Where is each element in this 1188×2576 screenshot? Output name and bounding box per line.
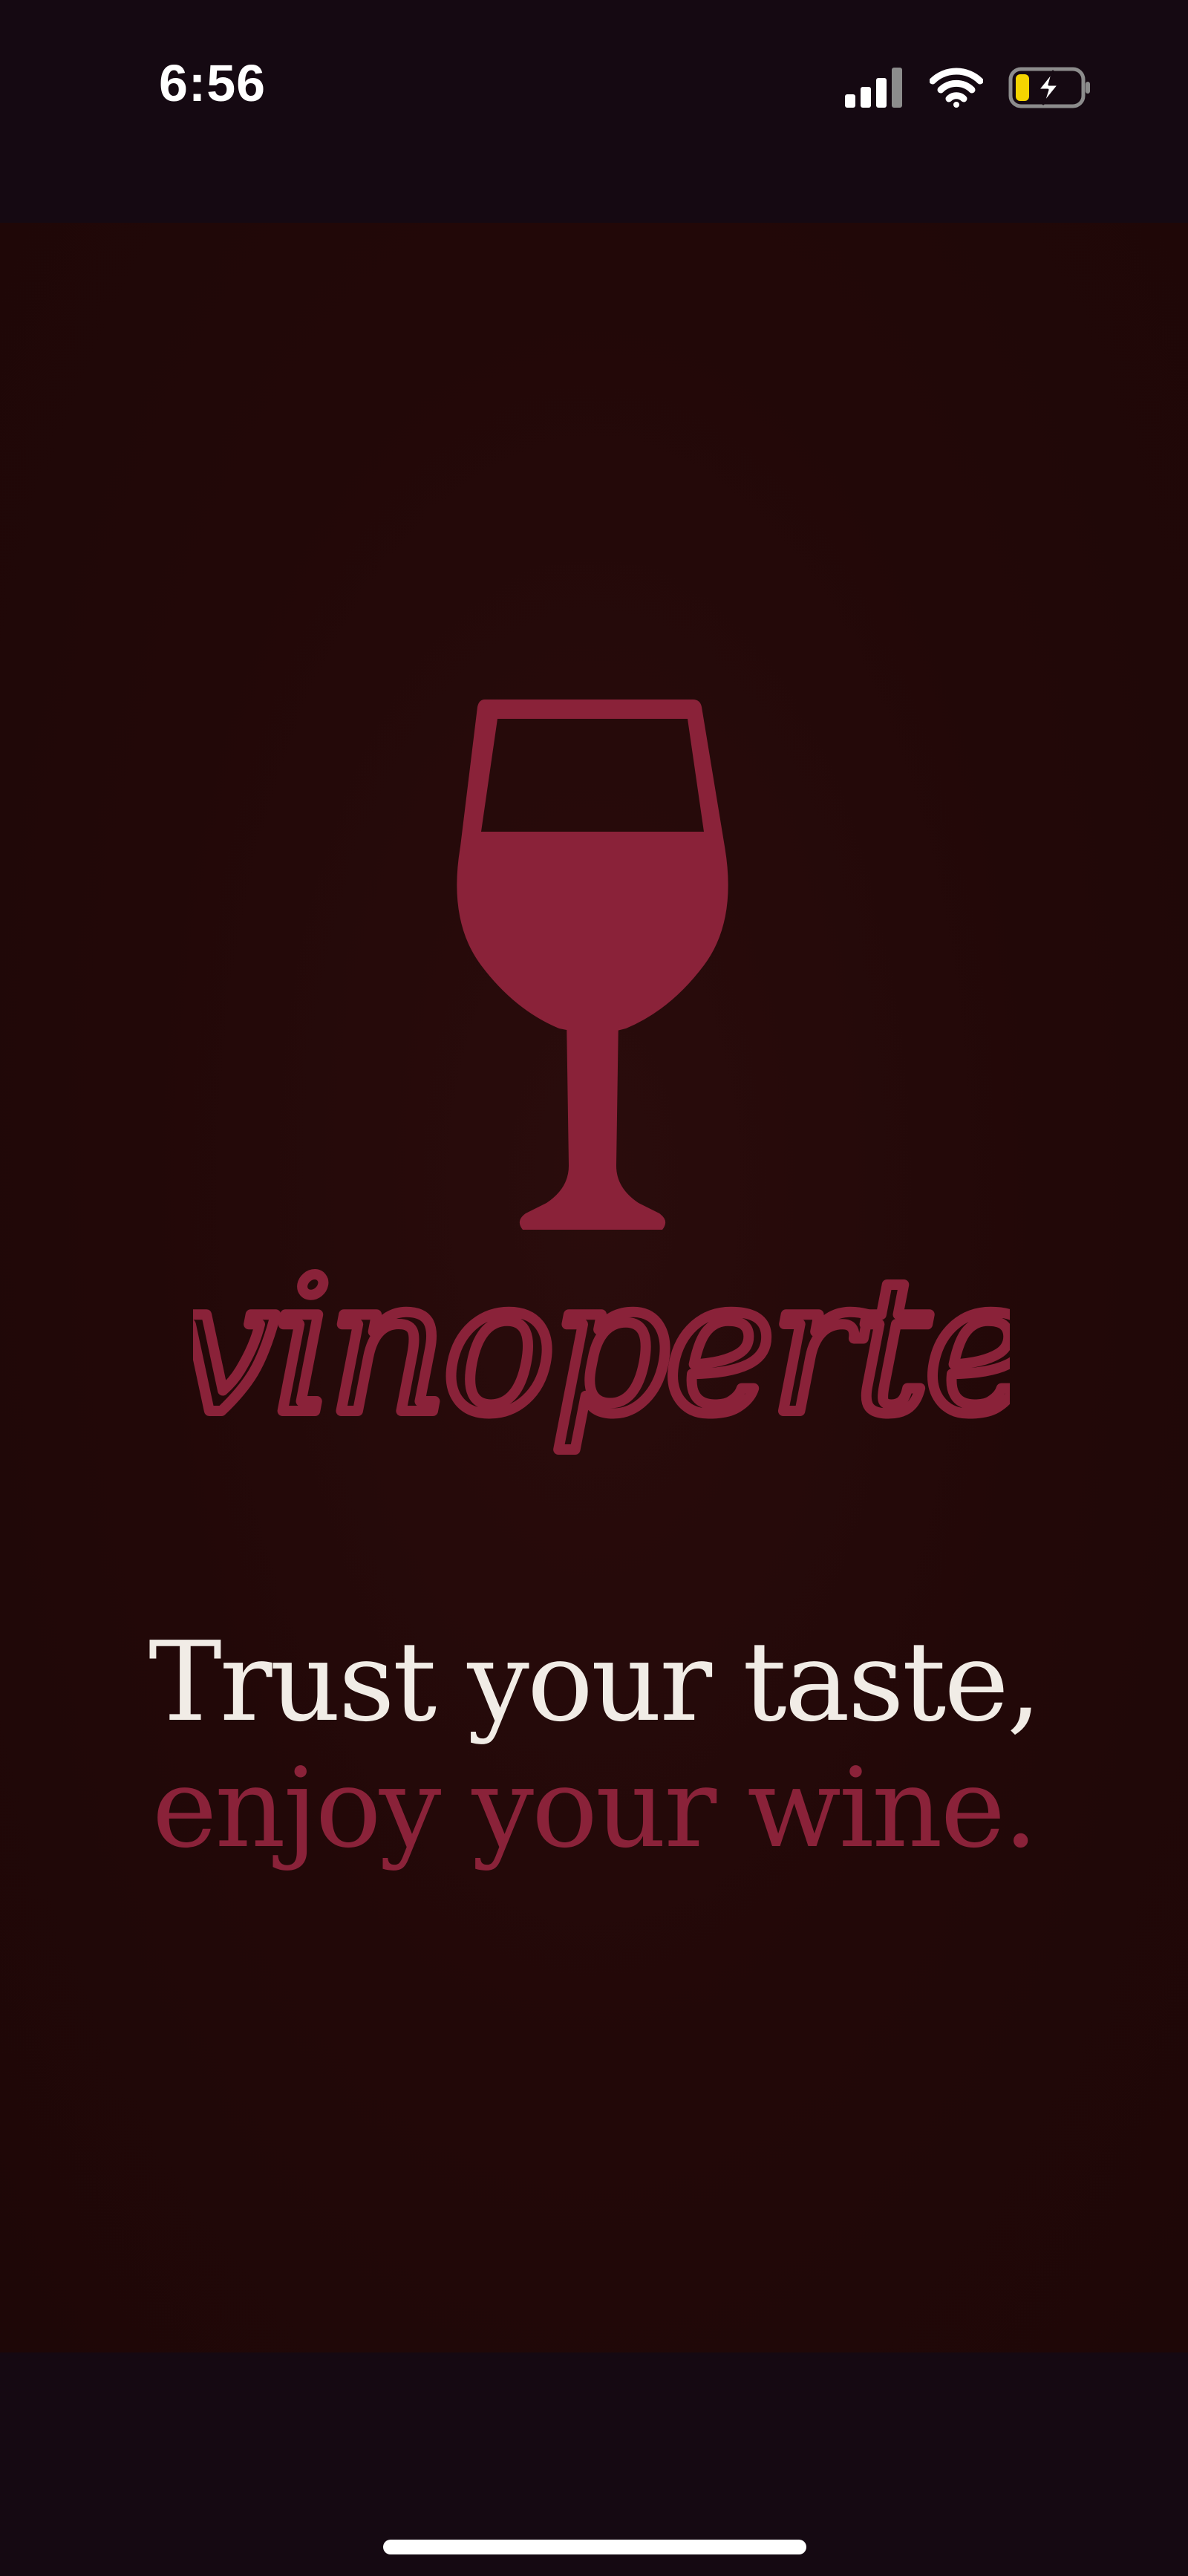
- status-icons: [845, 65, 1091, 110]
- wine-glass-icon: [457, 700, 728, 1230]
- tagline-line-2: enjoy your wine.: [151, 1744, 1038, 1872]
- brand-wordmark-text: vinoperte: [193, 1239, 1010, 1455]
- wifi-icon: [930, 68, 983, 108]
- home-indicator[interactable]: [383, 2540, 806, 2554]
- tagline: Trust your taste, enjoy your wine.: [0, 1619, 1188, 1871]
- splash-screen: vinoperte Trust your taste, enjoy your w…: [0, 223, 1188, 2352]
- battery-charging-icon: [1008, 67, 1091, 108]
- status-bar: 6:56: [0, 0, 1188, 223]
- brand-wordmark: vinoperte: [193, 1233, 1010, 1460]
- cellular-signal-icon: [845, 68, 904, 108]
- status-time: 6:56: [159, 54, 267, 112]
- tagline-line-1: Trust your taste,: [148, 1618, 1042, 1746]
